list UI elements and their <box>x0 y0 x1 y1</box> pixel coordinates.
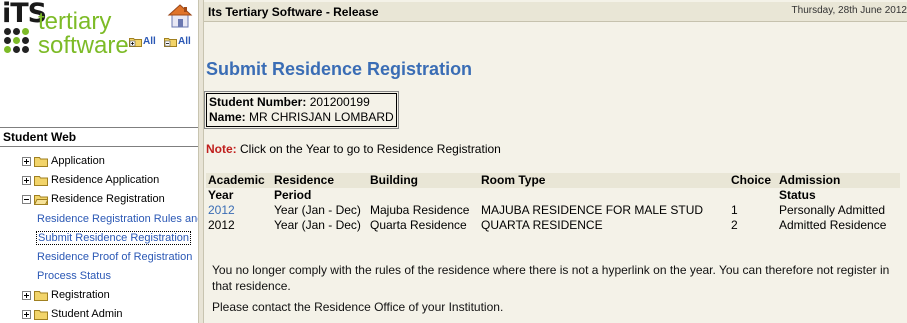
table-header-row: Year Period Status <box>206 188 900 203</box>
folder-icon <box>34 156 48 167</box>
student-name-value: MR CHRISJAN LOMBARD <box>249 110 394 124</box>
note-label: Note: <box>206 142 237 156</box>
header-bar: Its Tertiary Software - Release Thursday… <box>204 2 907 22</box>
year-cell: 2012 <box>208 218 235 232</box>
column-header: Academic <box>208 173 265 187</box>
room-type-cell: QUARTA RESIDENCE <box>481 218 603 232</box>
expand-all-label: All <box>143 36 156 47</box>
tree-node-student-admin[interactable]: Student Admin <box>22 308 123 320</box>
folder-icon <box>34 309 48 320</box>
folder-plus-icon <box>129 37 142 47</box>
compliance-message: You no longer comply with the rules of t… <box>212 263 890 293</box>
registration-table: Academic Residence Building Room Type Ch… <box>206 173 900 233</box>
note: Note: Click on the Year to go to Residen… <box>206 142 501 156</box>
table-row: 2012 Year (Jan - Dec) Majuba Residence M… <box>206 203 900 218</box>
room-type-cell: MAJUBA RESIDENCE FOR MALE STUD <box>481 203 704 217</box>
open-folder-icon <box>34 194 48 205</box>
student-name-row: Name: MR CHRISJAN LOMBARD <box>209 110 394 125</box>
its-logo: iTS tertiary software <box>2 0 130 62</box>
note-text: Click on the Year to go to Residence Reg… <box>236 142 501 156</box>
column-header: Residence <box>274 173 335 187</box>
collapse-all-button[interactable]: All <box>164 36 191 47</box>
student-name-label: Name: <box>209 110 246 124</box>
expand-icon[interactable] <box>22 309 31 319</box>
table-header-row: Academic Residence Building Room Type Ch… <box>206 173 900 188</box>
contact-message: Please contact the Residence Office of y… <box>212 300 504 314</box>
column-header: Status <box>779 188 816 202</box>
period-cell: Year (Jan - Dec) <box>274 218 361 232</box>
collapse-all-label: All <box>178 36 191 47</box>
section-title: Student Web <box>0 127 198 147</box>
choice-cell: 1 <box>731 203 738 217</box>
column-header <box>479 188 729 203</box>
student-number-row: Student Number: 201200199 <box>209 95 394 110</box>
tree-node-label: Registration <box>51 289 110 301</box>
folder-icon <box>34 290 48 301</box>
current-date: Thursday, 28th June 2012 <box>791 5 907 16</box>
home-icon[interactable] <box>167 3 193 29</box>
column-header <box>368 188 479 203</box>
building-cell: Quarta Residence <box>370 218 467 232</box>
tree-node-label: Student Admin <box>51 308 123 320</box>
year-cell: 2012 <box>206 203 272 218</box>
content-frame: Its Tertiary Software - Release Thursday… <box>204 0 907 323</box>
column-header: Period <box>274 188 312 202</box>
building-cell: Majuba Residence <box>370 203 470 217</box>
student-number-label: Student Number: <box>209 95 307 109</box>
student-number-value: 201200199 <box>309 95 370 109</box>
tree-node-label: Residence Registration <box>51 193 165 205</box>
folder-minus-icon <box>164 37 177 47</box>
expand-icon[interactable] <box>22 175 31 185</box>
tree-link-process-status[interactable]: Process Status <box>37 270 111 282</box>
app-title: Its Tertiary Software - Release <box>208 5 379 19</box>
tree-node-label: Application <box>51 155 105 167</box>
tree-link-submit-registration[interactable]: Submit Residence Registration <box>36 231 192 245</box>
folder-icon <box>34 175 48 186</box>
column-header: Year <box>208 188 234 202</box>
tree-node-application[interactable]: Application <box>22 155 105 167</box>
status-cell: Admitted Residence <box>779 218 887 232</box>
choice-cell: 2 <box>731 218 738 232</box>
expand-icon[interactable] <box>22 290 31 300</box>
tree-node-residence-application[interactable]: Residence Application <box>22 174 159 186</box>
tree-node-label: Residence Application <box>51 174 160 186</box>
logo-word-software: software <box>38 32 129 59</box>
tree-node-registration[interactable]: Registration <box>22 289 110 301</box>
table-row: 2012 Year (Jan - Dec) Quarta Residence Q… <box>206 218 900 233</box>
expand-all-button[interactable]: All <box>129 36 156 47</box>
column-header: Room Type <box>481 173 546 187</box>
expand-icon[interactable] <box>22 156 31 166</box>
status-cell: Personally Admitted <box>779 203 886 217</box>
navigation-frame: iTS tertiary software All All Student We… <box>0 0 198 323</box>
year-link[interactable]: 2012 <box>208 203 235 217</box>
tree-link-proof-of-registration[interactable]: Residence Proof of Registration <box>37 251 192 263</box>
tree-link-registration-rules[interactable]: Residence Registration Rules and <box>37 213 198 225</box>
column-header <box>729 188 777 203</box>
student-info-box: Student Number: 201200199 Name: MR CHRIS… <box>204 91 399 129</box>
column-header: Admission <box>779 173 841 187</box>
logo-dots <box>4 28 38 58</box>
collapse-icon[interactable] <box>22 194 31 204</box>
column-header: Choice <box>731 173 772 187</box>
column-header: Building <box>370 173 418 187</box>
tree-node-residence-registration[interactable]: Residence Registration <box>22 193 165 205</box>
period-cell: Year (Jan - Dec) <box>274 203 361 217</box>
page-title: Submit Residence Registration <box>206 59 473 79</box>
logo-word-tertiary: tertiary <box>38 8 112 35</box>
